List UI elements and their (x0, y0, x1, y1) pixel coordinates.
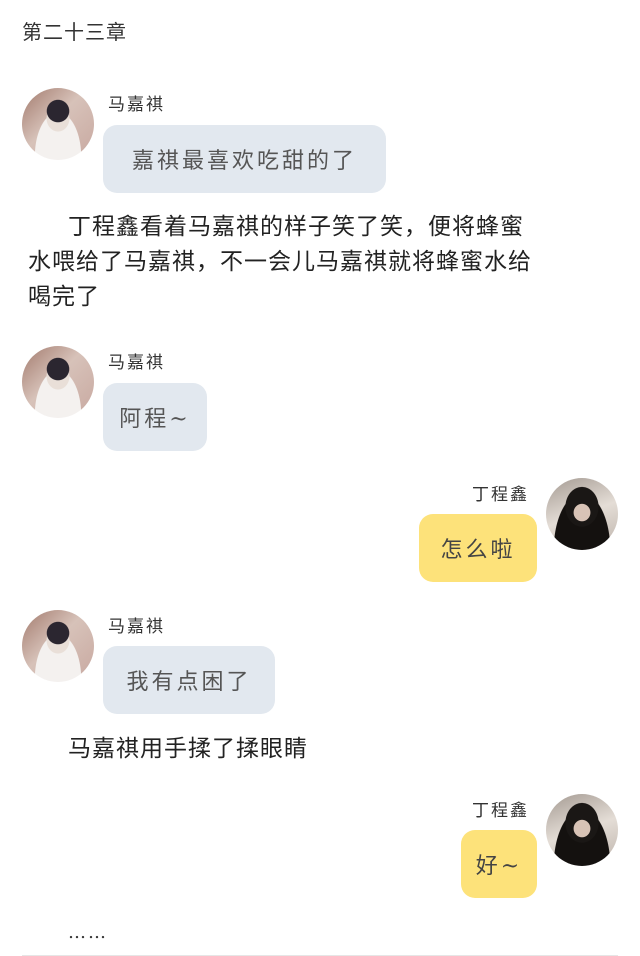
sender-name: 马嘉祺 (108, 95, 165, 115)
narration-line: 丁程鑫看着马嘉祺的样子笑了笑，便将蜂蜜 (68, 214, 524, 240)
narration-paragraph: 马嘉祺用手揉了揉眼睛 (28, 732, 618, 767)
chapter-title: 第二十三章 (22, 20, 127, 44)
avatar-ma-jiaqi[interactable] (22, 610, 94, 682)
avatar-ding-chengxin[interactable] (546, 478, 618, 550)
narration-paragraph: 丁程鑫看着马嘉祺的样子笑了笑，便将蜂蜜 水喂给了马嘉祺，不一会儿马嘉祺就将蜂蜜水… (28, 210, 618, 315)
avatar-ma-jiaqi[interactable] (22, 88, 94, 160)
avatar-ding-chengxin[interactable] (546, 794, 618, 866)
avatar-ma-jiaqi[interactable] (22, 346, 94, 418)
sender-name: 马嘉祺 (108, 353, 165, 373)
sender-name: 丁程鑫 (472, 485, 529, 505)
narration-line: 水喂给了马嘉祺，不一会儿马嘉祺就将蜂蜜水给 (28, 249, 532, 275)
ellipsis-text: …… (68, 922, 108, 943)
narration-line: 马嘉祺用手揉了揉眼睛 (68, 736, 308, 762)
chat-bubble-left[interactable]: 我有点困了 (103, 646, 275, 714)
sender-name: 丁程鑫 (472, 801, 529, 821)
narration-line: 喝完了 (28, 284, 100, 310)
chat-bubble-right[interactable]: 怎么啦 (419, 514, 537, 582)
sender-name: 马嘉祺 (108, 617, 165, 637)
chat-bubble-right[interactable]: 好~ (461, 830, 537, 898)
chat-bubble-left[interactable]: 嘉祺最喜欢吃甜的了 (103, 125, 386, 193)
chat-bubble-left[interactable]: 阿程~ (103, 383, 207, 451)
